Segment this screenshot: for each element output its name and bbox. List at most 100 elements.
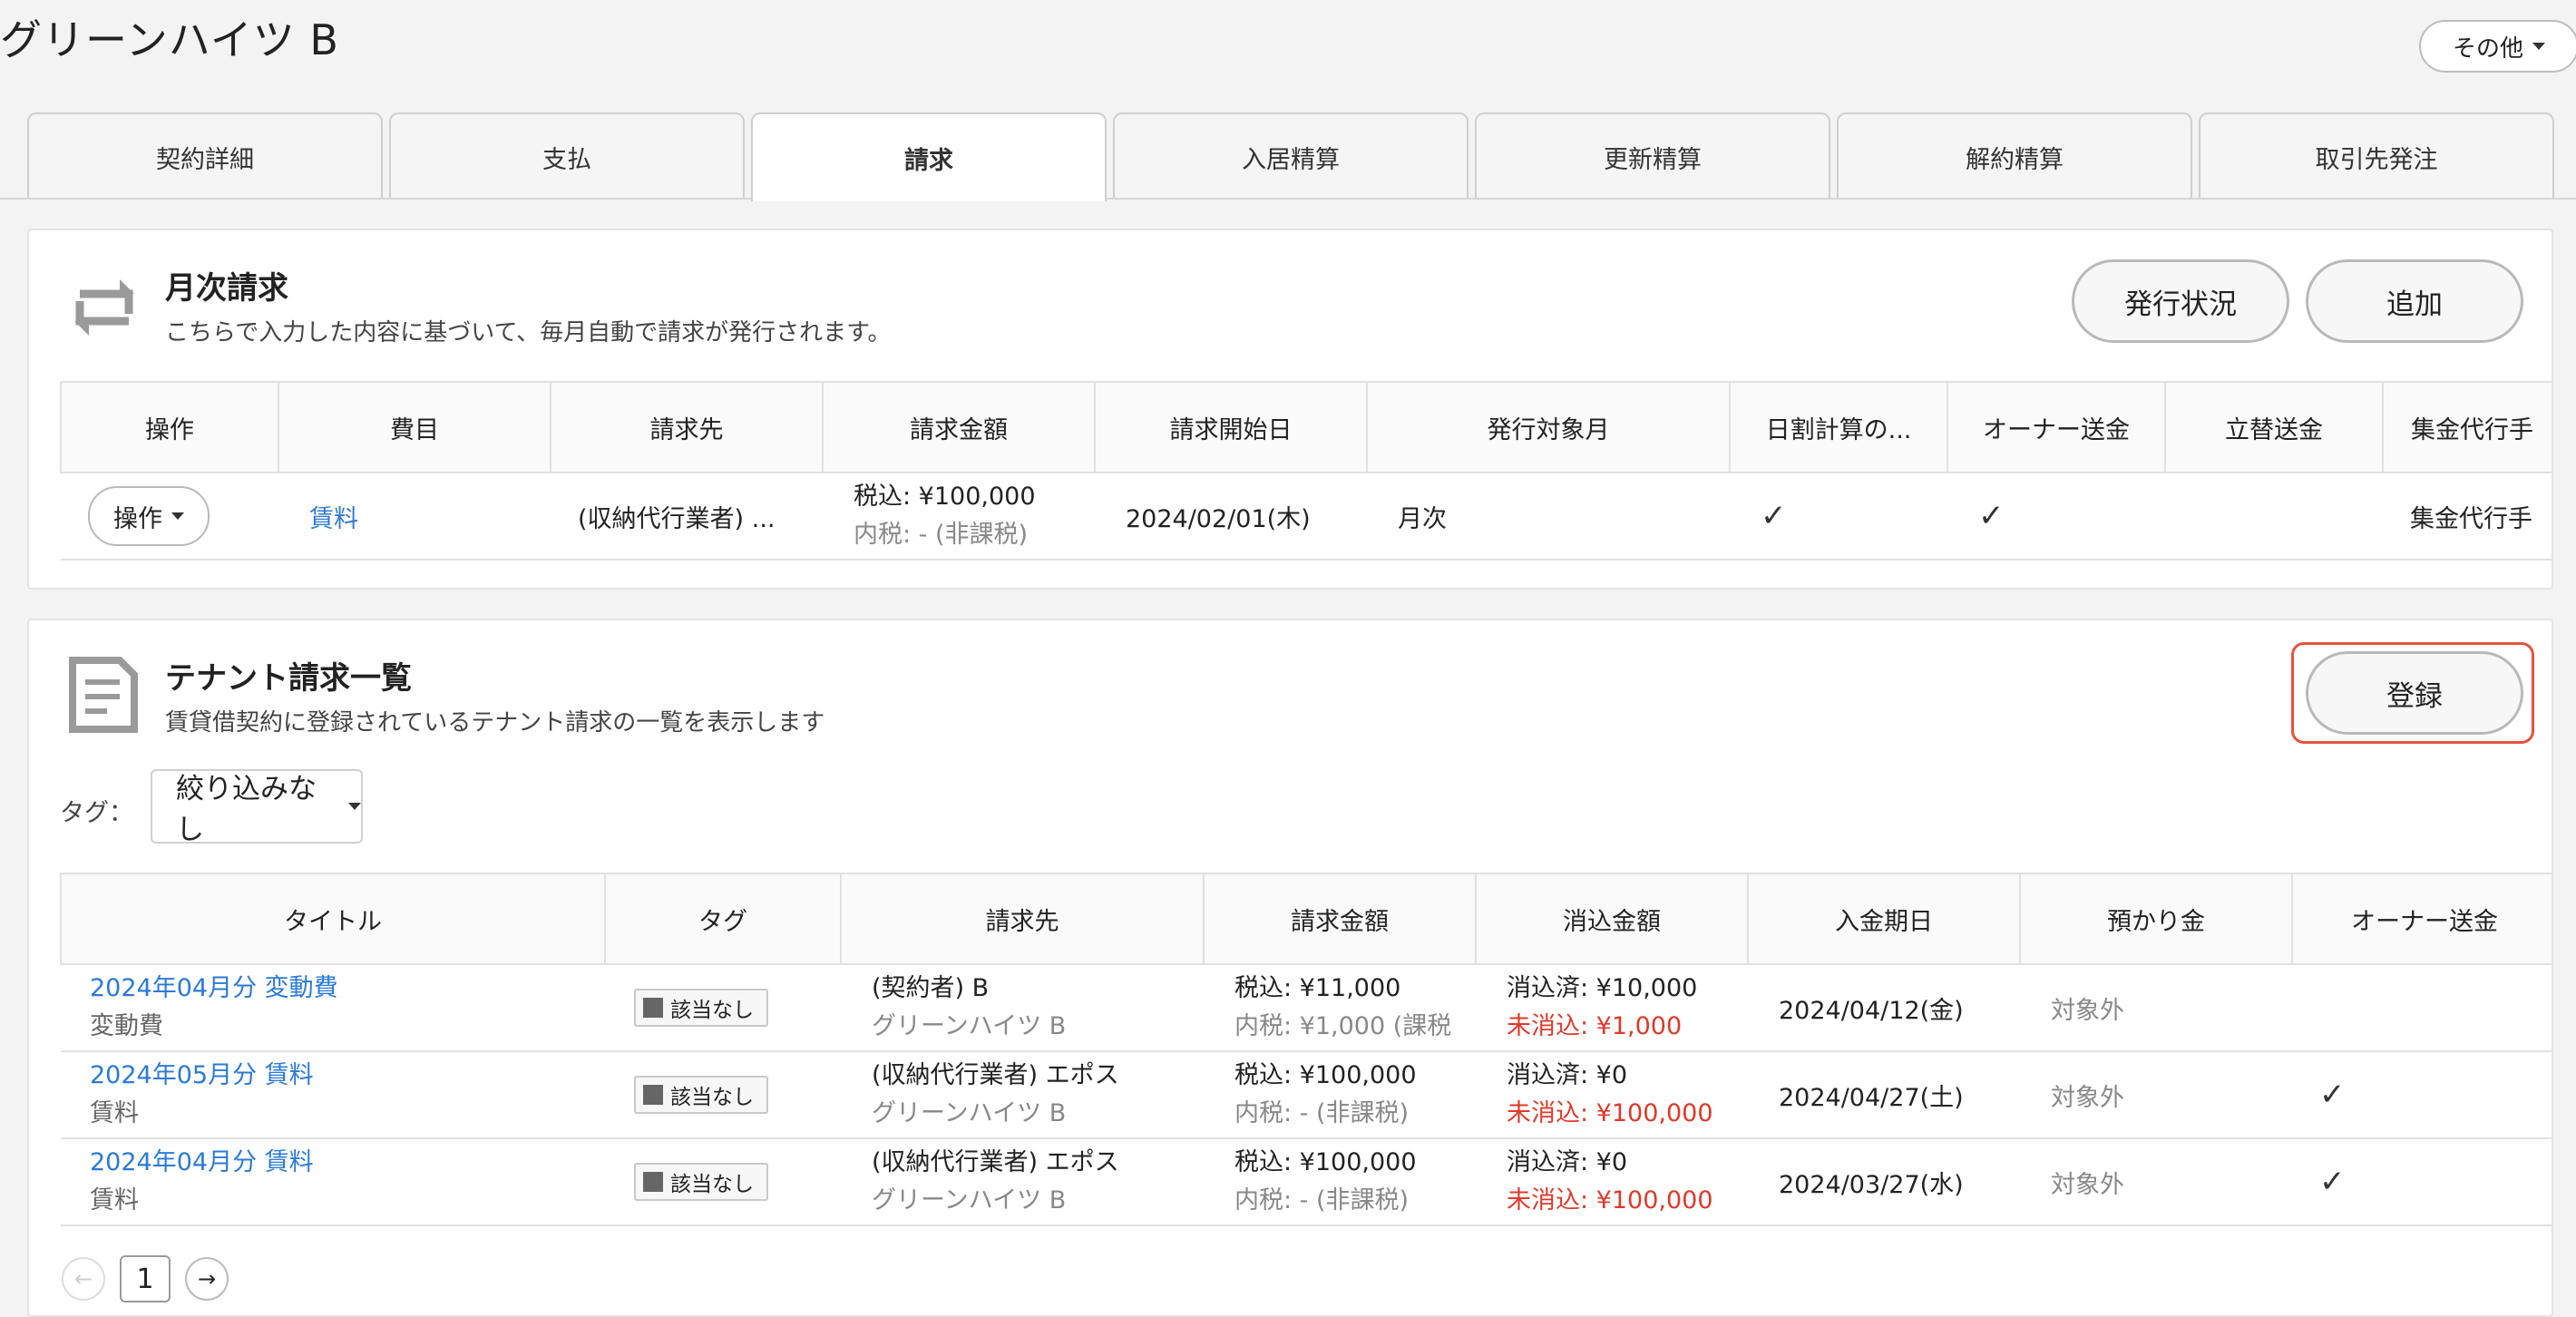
current-page-number[interactable]: 1 (120, 1255, 171, 1302)
tag-color-swatch (643, 1085, 663, 1105)
due-date: 2024/04/12(金) (1779, 996, 1964, 1025)
tag-filter-value: 絞り込みなし (176, 773, 317, 846)
page-title: グリーンハイツ B (0, 15, 339, 64)
cleared-amount: 消込済: ¥0 (1507, 1061, 1628, 1089)
column-header: 費目 (278, 381, 551, 473)
uncleared-amount: 未消込: ¥100,000 (1507, 1186, 1713, 1215)
tag-color-swatch (643, 998, 663, 1018)
tenant-billing-title: テナント請求一覧 (165, 660, 412, 697)
amount-sub: 内税: ¥1,000 (課税 (1234, 1012, 1452, 1040)
table-row: 操作 賃料 (収納代行業者) ... 税込: ¥100,000 内税: - (非… (61, 472, 2552, 561)
amount-main: 税込: ¥100,000 (1234, 1148, 1417, 1176)
tab-billing[interactable]: 請求 (751, 112, 1107, 201)
cleared-amount: 消込済: ¥0 (1507, 1148, 1628, 1176)
column-header: 預かり金 (2019, 873, 2293, 965)
column-header: オーナー送金 (2291, 873, 2552, 965)
next-page-arrow-icon[interactable]: → (185, 1257, 229, 1301)
tab-cancellation-settlement[interactable]: 解約精算 (1837, 112, 2192, 200)
tag-badge: 該当なし (634, 1163, 768, 1201)
item-link[interactable]: 賃料 (309, 505, 358, 533)
amount-main: 税込: ¥100,000 (854, 483, 1036, 511)
more-menu-button[interactable]: その他 (2419, 20, 2576, 73)
start-date: 2024/02/01(木) (1126, 504, 1311, 533)
deposit-status: 対象外 (2051, 1083, 2124, 1112)
table-row: 2024年05月分 賃料 賃料 該当なし (収納代行業者) エポス グリーンハイ… (61, 1050, 2552, 1139)
deposit-status: 対象外 (2051, 1170, 2124, 1199)
tab-move-in-settlement[interactable]: 入居精算 (1113, 112, 1469, 200)
add-button[interactable]: 追加 (2306, 259, 2523, 343)
column-header: 消込金額 (1475, 873, 1749, 965)
column-header: 発行対象月 (1366, 381, 1731, 473)
document-icon (69, 657, 138, 733)
uncleared-amount: 未消込: ¥1,000 (1507, 1012, 1683, 1040)
amount-sub: 内税: - (非課税) (854, 521, 1029, 549)
amount-sub: 内税: - (非課税) (1234, 1099, 1410, 1127)
column-header: オーナー送金 (1947, 381, 2166, 473)
tab-vendor-orders[interactable]: 取引先発注 (2199, 112, 2554, 200)
deposit-status: 対象外 (2051, 996, 2124, 1025)
tag-filter-select[interactable]: 絞り込みなし (151, 769, 363, 846)
chevron-down-icon (2532, 43, 2545, 50)
prorate-check-icon: ✓ (1761, 498, 1787, 534)
billed-to: (収納代行業者) エポス (872, 1148, 1119, 1176)
tenant-billing-description: 賃貸借契約に登録されているテナント請求の一覧を表示します (165, 709, 825, 737)
tab-contract-details[interactable]: 契約詳細 (27, 112, 383, 200)
tenant-billing-card: テナント請求一覧 賃貸借契約に登録されているテナント請求の一覧を表示します 登録… (27, 619, 2553, 1317)
column-header: 集金代行手 (2382, 381, 2552, 473)
billing-title-link[interactable]: 2024年05月分 賃料 (90, 1057, 605, 1095)
collection-agent: 集金代行手 (2410, 504, 2532, 533)
register-button[interactable]: 登録 (2306, 651, 2523, 735)
table-header-row: タイトル タグ 請求先 請求金額 消込金額 入金期日 預かり金 オーナー送金 (60, 873, 2552, 965)
tag-badge-label: 該当なし (670, 1086, 754, 1109)
cleared-amount: 消込済: ¥10,000 (1507, 974, 1698, 1002)
billing-subtitle: 変動費 (90, 1012, 163, 1040)
column-header: タグ (604, 873, 842, 965)
tag-color-swatch (643, 1172, 663, 1192)
column-header: 請求金額 (822, 381, 1096, 473)
repeat-icon (74, 279, 134, 336)
more-menu-label: その他 (2452, 34, 2523, 63)
due-date: 2024/04/27(土) (1779, 1083, 1964, 1112)
amount-main: 税込: ¥11,000 (1234, 974, 1401, 1002)
chevron-down-icon (348, 803, 361, 810)
billed-to-property: グリーンハイツ B (872, 1012, 1067, 1040)
amount-sub: 内税: - (非課税) (1234, 1186, 1410, 1215)
tab-renewal-settlement[interactable]: 更新精算 (1475, 112, 1830, 200)
monthly-billing-table: 操作 費目 請求先 請求金額 請求開始日 発行対象月 日割計算の... オーナー… (60, 381, 2552, 561)
tag-badge: 該当なし (634, 989, 768, 1027)
issue-status-button[interactable]: 発行状況 (2072, 259, 2289, 343)
billed-to-property: グリーンハイツ B (872, 1099, 1067, 1127)
monthly-billing-title: 月次請求 (165, 270, 288, 307)
owner-remit-check-icon: ✓ (1978, 498, 2005, 534)
billing-subtitle: 賃料 (90, 1099, 139, 1127)
row-action-label: 操作 (113, 504, 162, 533)
row-action-button[interactable]: 操作 (88, 486, 210, 546)
column-header: 請求金額 (1203, 873, 1477, 965)
tag-badge-label: 該当なし (670, 999, 754, 1022)
amount-main: 税込: ¥100,000 (1234, 1061, 1417, 1089)
due-date: 2024/03/27(水) (1779, 1170, 1964, 1199)
monthly-billing-card: 月次請求 こちらで入力した内容に基づいて、毎月自動で請求が発行されます。 発行状… (27, 229, 2553, 590)
table-header-row: 操作 費目 請求先 請求金額 請求開始日 発行対象月 日割計算の... オーナー… (60, 381, 2552, 473)
owner-remit-check-icon: ✓ (2319, 1077, 2346, 1113)
column-header: 請求開始日 (1094, 381, 1368, 473)
tenant-billing-table: タイトル タグ 請求先 請求金額 消込金額 入金期日 預かり金 オーナー送金 2… (60, 873, 2552, 1226)
column-header: 立替送金 (2164, 381, 2384, 473)
billed-to: (収納代行業者) エポス (872, 1061, 1119, 1089)
table-row: 2024年04月分 変動費 変動費 該当なし (契約者) B グリーンハイツ B… (61, 963, 2552, 1052)
billed-to-property: グリーンハイツ B (872, 1186, 1067, 1215)
tab-divider (0, 198, 2576, 200)
billed-to: (収納代行業者) ... (578, 504, 776, 533)
column-header: 日割計算の... (1729, 381, 1948, 473)
billing-title-link[interactable]: 2024年04月分 変動費 (90, 970, 605, 1008)
tab-payments[interactable]: 支払 (389, 112, 745, 200)
column-header: 操作 (60, 381, 279, 473)
column-header: 請求先 (840, 873, 1205, 965)
billing-subtitle: 賃料 (90, 1186, 139, 1215)
monthly-billing-description: こちらで入力した内容に基づいて、毎月自動で請求が発行されます。 (165, 319, 892, 346)
target-month: 月次 (1398, 504, 1447, 533)
prev-page-arrow-icon[interactable]: ← (62, 1257, 105, 1301)
tag-filter-label: タグ： (60, 799, 133, 827)
billing-title-link[interactable]: 2024年04月分 賃料 (90, 1144, 605, 1182)
tab-bar: 契約詳細 支払 請求 入居精算 更新精算 解約精算 取引先発注 (27, 112, 2576, 201)
